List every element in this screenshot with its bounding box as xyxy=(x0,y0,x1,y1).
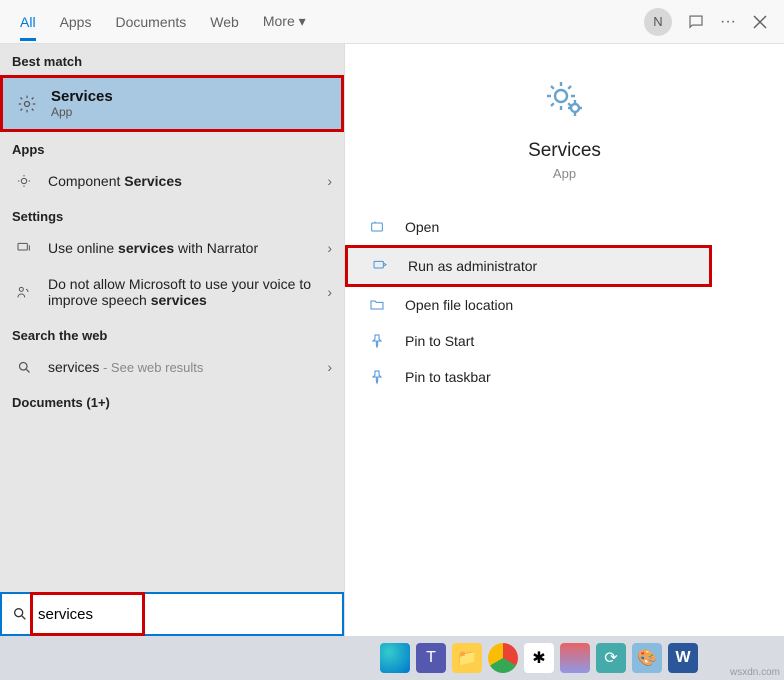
apps-row-component-services[interactable]: Component Services › xyxy=(0,163,344,199)
section-best-match: Best match xyxy=(0,44,344,75)
gear-icon xyxy=(15,92,39,116)
settings-row-narrator[interactable]: Use online services with Narrator › xyxy=(0,230,344,266)
section-documents: Documents (1+) xyxy=(0,385,344,416)
details-title: Services xyxy=(345,140,784,162)
action-open[interactable]: Open xyxy=(345,209,784,245)
details-panel: Services App Open Run as administrator O… xyxy=(344,44,784,636)
more-icon[interactable]: ··· xyxy=(712,6,744,38)
taskbar-slack-icon[interactable]: ✱ xyxy=(524,643,554,673)
tab-apps[interactable]: Apps xyxy=(48,4,104,40)
section-apps: Apps xyxy=(0,132,344,163)
section-web: Search the web xyxy=(0,318,344,349)
user-avatar[interactable]: N xyxy=(644,8,672,36)
pin-icon xyxy=(369,369,389,385)
component-icon xyxy=(12,173,36,189)
taskbar: T 📁 ✱ ⟳ 🎨 W xyxy=(0,636,784,680)
narrator-icon xyxy=(12,240,36,256)
taskbar-word-icon[interactable]: W xyxy=(668,643,698,673)
settings-row-speech-text: Do not allow Microsoft to use your voice… xyxy=(48,276,327,308)
action-pin-start-label: Pin to Start xyxy=(405,333,474,349)
action-admin-label: Run as administrator xyxy=(408,258,537,274)
chevron-right-icon: › xyxy=(327,240,332,256)
feedback-icon[interactable] xyxy=(680,6,712,38)
settings-row-narrator-text: Use online services with Narrator xyxy=(48,240,327,256)
best-match-title: Services xyxy=(51,88,113,105)
chevron-right-icon: › xyxy=(327,284,332,300)
speech-icon xyxy=(12,284,36,300)
folder-icon xyxy=(369,297,389,313)
apps-row-text: Component Services xyxy=(48,173,327,189)
tab-all[interactable]: All xyxy=(8,4,48,40)
action-pin-to-start[interactable]: Pin to Start xyxy=(345,323,784,359)
action-loc-label: Open file location xyxy=(405,297,513,313)
action-run-as-admin[interactable]: Run as administrator xyxy=(345,245,712,287)
details-sub: App xyxy=(345,166,784,181)
taskbar-edge-icon[interactable] xyxy=(380,643,410,673)
taskbar-paint-icon[interactable]: 🎨 xyxy=(632,643,662,673)
taskbar-app2-icon[interactable]: ⟳ xyxy=(596,643,626,673)
close-icon[interactable] xyxy=(744,6,776,38)
tabs-bar: All Apps Documents Web More ▾ N ··· xyxy=(0,0,784,44)
search-icon xyxy=(12,360,36,375)
best-match-sub: App xyxy=(51,105,113,119)
section-settings: Settings xyxy=(0,199,344,230)
action-pin-taskbar-label: Pin to taskbar xyxy=(405,369,491,385)
best-match-result[interactable]: Services App xyxy=(0,75,344,132)
web-row-services[interactable]: services - See web results › xyxy=(0,349,344,385)
tab-more[interactable]: More ▾ xyxy=(251,3,318,40)
taskbar-teams-icon[interactable]: T xyxy=(416,643,446,673)
taskbar-chrome-icon[interactable] xyxy=(488,643,518,673)
watermark: wsxdn.com xyxy=(730,667,780,678)
shield-icon xyxy=(372,258,392,274)
action-pin-to-taskbar[interactable]: Pin to taskbar xyxy=(345,359,784,395)
web-row-text: services - See web results xyxy=(48,359,327,375)
search-input[interactable] xyxy=(38,594,342,634)
search-icon xyxy=(2,606,38,622)
tab-documents[interactable]: Documents xyxy=(103,4,198,40)
search-bar[interactable] xyxy=(0,592,344,636)
results-panel: Best match Services App Apps Component S… xyxy=(0,44,344,636)
taskbar-explorer-icon[interactable]: 📁 xyxy=(452,643,482,673)
chevron-right-icon: › xyxy=(327,173,332,189)
chevron-right-icon: › xyxy=(327,359,332,375)
tab-web[interactable]: Web xyxy=(198,4,251,40)
taskbar-app-icon[interactable] xyxy=(560,643,590,673)
action-open-label: Open xyxy=(405,219,439,235)
services-app-icon xyxy=(541,76,589,124)
open-icon xyxy=(369,219,389,235)
pin-icon xyxy=(369,333,389,349)
action-open-file-location[interactable]: Open file location xyxy=(345,287,784,323)
settings-row-speech[interactable]: Do not allow Microsoft to use your voice… xyxy=(0,266,344,318)
